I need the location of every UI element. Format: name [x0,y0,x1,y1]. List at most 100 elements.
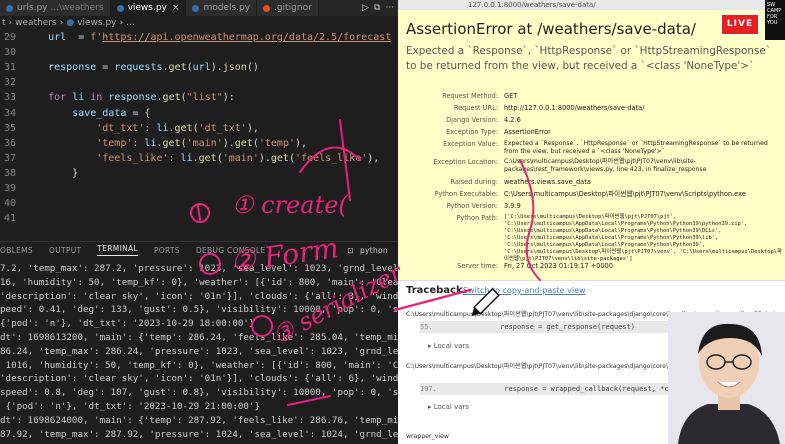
code-line: 38 } [0,166,398,181]
code-line: 37 'feels_like': li.get('main').get('fee… [0,151,398,166]
live-badge: LIVE [721,14,759,35]
code-line: 40 [0,196,398,211]
line-number: 35 [3,122,16,134]
tab-label: models.py [203,3,251,13]
meta-key: Python Executable: [434,190,498,198]
meta-key: Request URL: [453,104,498,112]
meta-key: Python Path: [456,214,498,222]
meta-key: Exception Type: [446,128,498,136]
webcam-overlay [668,312,785,444]
breadcrumb-item[interactable]: weathers [15,18,57,28]
terminal-output[interactable]: 7.2, 'temp_max': 287.2, 'pressure': 1023… [0,262,398,444]
meta-value: AssertionError [504,128,551,136]
line-number: 41 [3,213,16,225]
meta-value: GET [504,92,518,100]
meta-key: Exception Value: [443,140,498,148]
run-icon[interactable]: ▷ [362,3,369,13]
error-summary: AssertionError at /weathers/save-data/ E… [398,10,785,281]
meta-value: Fri, 27 Oct 2023 01:19:17 +0000 [504,262,613,270]
local-vars-toggle[interactable]: ▸ Local vars [428,342,469,350]
terminal-line: 7.2, 'temp_max': 287.2, 'pressure': 1023… [0,263,398,274]
chevron-right-icon: › [59,18,64,28]
terminal-shell-label[interactable]: python [360,246,388,255]
line-number: 36 [3,137,16,149]
terminal-line: 86.24, 'temp_max': 286.24, 'pressure': 1… [0,345,398,357]
switch-view-link[interactable]: Switch to copy-and-paste view [463,286,586,295]
meta-key: Raised during: [450,178,498,186]
line-number: 31 [3,62,16,74]
panel-tab-bar: OBLEMS OUTPUT TERMINAL PORTS DEBUG CONSO… [0,241,398,258]
meta-key: Python Version: [446,202,498,210]
breadcrumb-item[interactable]: views.py [77,18,116,28]
line-number: 37 [3,152,16,164]
local-vars-toggle[interactable]: ▸ Local vars [428,403,469,411]
code-text: 'dt_txt': li.get('dt_txt'), [96,122,259,134]
terminal-line: 16, 'humidity': 50, 'temp_kf': 0}, 'weat… [0,276,398,288]
panel-actions: ⊡ python [347,246,398,255]
line-number: 34 [3,107,16,119]
meta-key: Exception Location: [433,158,498,166]
terminal-line: dt': 1698624000, 'main': {'temp': 287.92… [0,414,398,426]
error-message: Expected a `Response`, `HttpResponse` or… [406,45,771,72]
presenter-image [668,312,785,444]
tab-label: .gitignor [274,3,312,13]
split-editor-icon[interactable]: ⧉ [374,3,380,13]
code-text: url = f'https://api.openweathermap.org/d… [48,32,392,43]
tab-problems[interactable]: OBLEMS [0,246,33,255]
line-number: 197. [420,385,437,393]
meta-value: ['C:\Users\multicampus\Desktop\파이썬웹\pjt\… [504,214,782,262]
tab-label: urls.py [17,3,48,13]
traceback-heading: Traceback [406,285,463,296]
tab-terminal[interactable]: TERMINAL [97,244,138,256]
terminal-line: {'pod': 'n'}, 'dt_txt': '2023-10-29 18:0… [0,318,255,330]
code-line: 33 for li in response.get("list"): [0,90,398,105]
tab-views[interactable]: views.py × [110,0,187,16]
code-text: 'temp': li.get('main').get('temp'), [96,137,308,149]
line-number: 39 [3,183,16,194]
breadcrumb: t › weathers › ● views.py › ... [0,16,398,30]
tab-label: views.py [127,3,167,13]
tab-gitignore[interactable]: .gitignor [257,0,319,16]
python-file-icon: ● [66,18,75,28]
code-line: 30 [0,45,398,60]
editor-actions: ▷ ⧉ ··· [362,0,398,16]
editor-tab-bar: urls.py ...\weathers views.py × models.p… [0,0,398,16]
code-text: for li in response.get("list"): [48,92,235,104]
code-area[interactable]: 29 url = f'https://api.openweathermap.or… [0,30,398,248]
more-icon[interactable]: ··· [385,3,394,13]
traceback-frame-path: wrapper_view [406,433,449,440]
address-bar[interactable]: 127.0.0.1:8000/weathers/save-data/ [398,0,785,10]
meta-value: C:\Users\multicampus\Desktop\파이썬웹\pjt\PJ… [504,190,746,198]
code-line: 31 response = requests.get(url).json() [0,60,398,75]
channel-logo: SW CAMP FOR YOU [765,0,785,40]
meta-value: 3.9.9 [504,202,521,210]
terminal-line: {'pod': 'n'}, 'dt_txt': '2023-10-29 21:0… [0,401,260,412]
line-number: 32 [3,77,16,89]
code-editor-window: urls.py ...\weathers views.py × models.p… [0,0,398,444]
tab-output[interactable]: OUTPUT [49,246,81,255]
tab-models[interactable]: models.py [186,0,258,16]
meta-key: Django Version: [446,116,498,124]
close-icon[interactable]: × [172,3,180,13]
terminal-icon: ⊡ [347,245,354,255]
line-number: 33 [3,92,16,104]
code-line: 32 [0,75,398,90]
tab-urls[interactable]: urls.py ...\weathers [0,0,111,16]
tab-debug-console[interactable]: DEBUG CONSOLE [196,246,266,255]
code-line: 29 url = f'https://api.openweathermap.or… [0,30,398,45]
code-text: response = requests.get(url).json() [48,62,259,74]
meta-key: Request Method: [442,92,498,100]
terminal-line: 87.92, 'temp_max': 287.92, 'pressure': 1… [0,428,398,440]
terminal-line: 'description': 'clear sky', 'icon': '01n… [0,373,398,385]
python-file-icon [192,4,200,12]
code-text: response = get_response(request) [432,323,635,331]
terminal-line: dt': 1698613200, 'main': {'temp': 286.24… [0,332,398,343]
meta-value: Expected a `Response`, `HttpResponse` or… [504,140,768,155]
breadcrumb-item[interactable]: t [2,18,6,28]
code-line: 36 'temp': li.get('main').get('temp'), [0,136,398,151]
breadcrumb-item[interactable]: ... [126,18,135,28]
tab-ports[interactable]: PORTS [154,246,180,255]
meta-key: Server time: [457,262,498,270]
terminal-line: peed': 0.41, 'deg': 133, 'gust': 0.5}, '… [0,304,398,316]
error-title: AssertionError at /weathers/save-data/ [406,20,696,38]
